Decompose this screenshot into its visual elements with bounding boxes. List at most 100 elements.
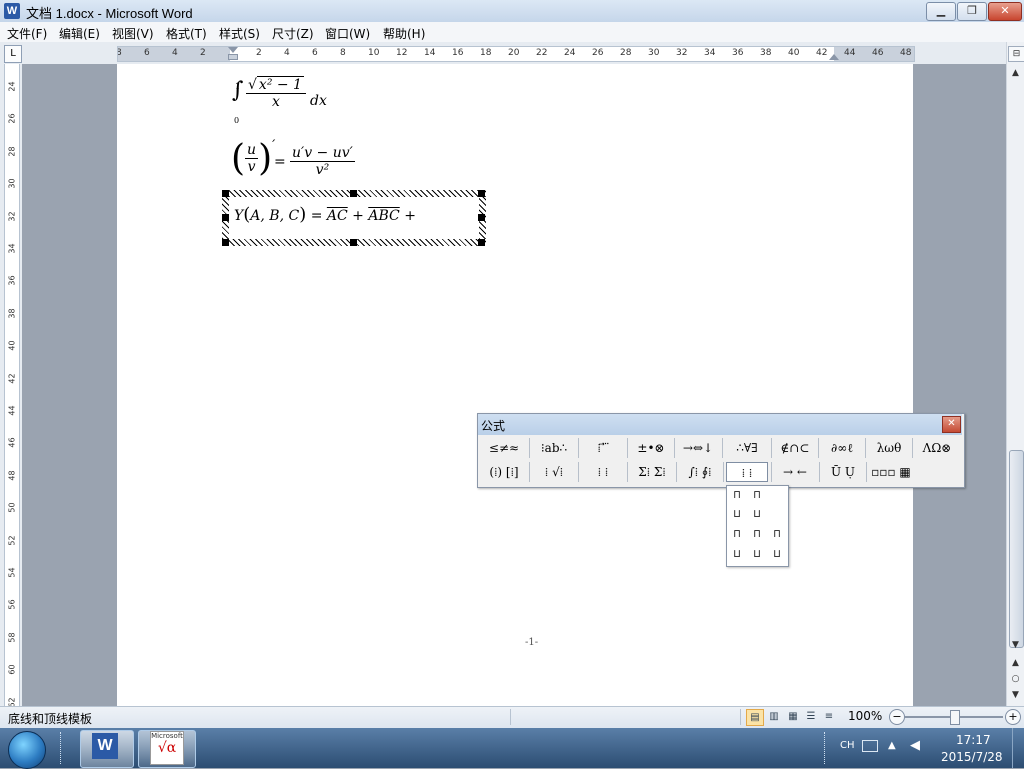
- equation-fraction-1[interactable]: √ x² − 1 x: [246, 76, 306, 110]
- resize-handle-e[interactable]: [478, 214, 485, 221]
- draft-view-icon[interactable]: ≡: [821, 709, 837, 724]
- menu-size[interactable]: 尺寸(Z): [272, 25, 314, 42]
- scroll-up-arrow-icon[interactable]: ▲: [1008, 66, 1023, 80]
- set-theory-palette-button[interactable]: ∉∩⊂: [775, 438, 815, 458]
- full-screen-reading-view-icon[interactable]: ▥: [766, 709, 782, 724]
- resize-handle-n[interactable]: [350, 190, 357, 197]
- formula-toolbar-titlebar[interactable]: [478, 414, 962, 435]
- palette-template-2[interactable]: ⊓: [750, 488, 764, 502]
- eq3-term2-bar: A: [368, 208, 379, 224]
- maximize-button[interactable]: ❐: [957, 2, 987, 21]
- first-line-indent-marker[interactable]: [228, 47, 238, 53]
- web-layout-view-icon[interactable]: ▦: [785, 709, 801, 724]
- resize-handle-nw[interactable]: [222, 190, 229, 197]
- equation-derivative[interactable]: ( u v )′: [231, 138, 275, 188]
- clock-time[interactable]: 17:17: [956, 733, 991, 747]
- matrix-templates-button[interactable]: ▫▫▫ ▦: [869, 462, 913, 482]
- operators-palette-button[interactable]: ±•⊗: [631, 438, 671, 458]
- next-page-icon[interactable]: ▼: [1008, 688, 1023, 702]
- left-indent-marker[interactable]: [228, 54, 238, 60]
- split-icon[interactable]: ⊟: [1008, 46, 1024, 62]
- palette-template-5[interactable]: ⊓: [730, 527, 744, 541]
- vertical-scrollbar[interactable]: ⊟ ▲ ▼ ▲ ○ ▼: [1006, 42, 1024, 706]
- greek-lower-palette-button[interactable]: λωθ: [869, 438, 909, 458]
- previous-page-icon[interactable]: ▲: [1008, 656, 1023, 670]
- menu-style[interactable]: 样式(S): [219, 25, 260, 42]
- underbar-overbar-templates-button[interactable]: ⁞ ⁞: [726, 462, 768, 482]
- horizontal-ruler[interactable]: 8642246810121416182022242628303234363840…: [117, 46, 915, 62]
- resize-handle-s[interactable]: [350, 239, 357, 246]
- outline-view-icon[interactable]: ☰: [803, 709, 819, 724]
- palette-template-9[interactable]: ⊔: [750, 547, 764, 561]
- scrollbar-thumb[interactable]: [1009, 450, 1024, 648]
- resize-handle-ne[interactable]: [478, 190, 485, 197]
- zoom-out-button[interactable]: −: [889, 709, 905, 725]
- minimize-button[interactable]: ▁: [926, 2, 956, 21]
- menu-window[interactable]: 窗口(W): [325, 25, 370, 42]
- logic-palette-button[interactable]: ∴∀∃: [726, 438, 768, 458]
- vertical-ruler-number: 28: [7, 146, 17, 157]
- window-title: 文档 1.docx - Microsoft Word: [26, 6, 193, 21]
- separator: [866, 462, 867, 482]
- palette-template-6[interactable]: ⊓: [750, 527, 764, 541]
- zoom-in-button[interactable]: +: [1005, 709, 1021, 725]
- palette-template-1[interactable]: ⊓: [730, 488, 744, 502]
- arrows-palette-button[interactable]: →⇔↓: [677, 438, 719, 458]
- zoom-slider-thumb[interactable]: [950, 710, 960, 725]
- palette-template-3[interactable]: ⊔: [730, 507, 744, 521]
- integral-templates-button[interactable]: ∫⁞ ∮⁞: [679, 462, 721, 482]
- word-app-icon[interactable]: W: [4, 3, 20, 19]
- separator: [818, 438, 819, 458]
- menu-file[interactable]: 文件(F): [7, 25, 47, 42]
- show-desktop-button[interactable]: [1012, 728, 1024, 768]
- ruler-number: 20: [508, 48, 520, 58]
- palette-template-10[interactable]: ⊔: [770, 547, 784, 561]
- tab-selector[interactable]: L: [4, 45, 22, 63]
- input-language-indicator[interactable]: CH: [840, 740, 855, 751]
- menu-format[interactable]: 格式(T): [166, 25, 207, 42]
- volume-icon[interactable]: ◀: [910, 738, 920, 753]
- greek-upper-palette-button[interactable]: ΛΩ⊗: [916, 438, 958, 458]
- separator: [674, 438, 675, 458]
- start-button-icon[interactable]: [8, 731, 46, 769]
- print-layout-view-icon[interactable]: ▤: [746, 709, 764, 726]
- page-number: -1-: [525, 637, 539, 648]
- menu-edit[interactable]: 编辑(E): [59, 25, 100, 42]
- menu-help[interactable]: 帮助(H): [383, 25, 425, 42]
- embellishments-palette-button[interactable]: ⁞ ⃗ ⃛: [582, 438, 624, 458]
- equation-boolean[interactable]: Y(A, B, C) = AC + ABC +: [234, 204, 416, 225]
- vertical-ruler-number: 58: [7, 632, 17, 643]
- vertical-ruler-number: 38: [7, 308, 17, 319]
- keyboard-icon[interactable]: [862, 740, 878, 752]
- resize-handle-w[interactable]: [222, 214, 229, 221]
- vertical-ruler-number: 36: [7, 275, 17, 286]
- eq3-plus2: +: [404, 208, 416, 224]
- show-hidden-icons-icon[interactable]: ▲: [888, 740, 896, 751]
- palette-template-7[interactable]: ⊓: [770, 527, 784, 541]
- rhs-denominator: v²: [315, 162, 330, 178]
- spaces-ellipses-palette-button[interactable]: ⁝ab∴: [533, 438, 575, 458]
- ruler-number: 16: [452, 48, 464, 58]
- resize-handle-se[interactable]: [478, 239, 485, 246]
- summation-templates-button[interactable]: Σ⁞ Σ⁞: [631, 462, 673, 482]
- resize-handle-sw[interactable]: [222, 239, 229, 246]
- select-browse-object-icon[interactable]: ○: [1008, 672, 1023, 686]
- formula-close-button[interactable]: ✕: [942, 416, 961, 433]
- relations-palette-button[interactable]: ≤≠≈: [482, 438, 526, 458]
- labeled-arrow-templates-button[interactable]: → ←: [774, 462, 816, 482]
- products-set-templates-button[interactable]: Ū Ụ: [822, 462, 864, 482]
- misc-symbols-palette-button[interactable]: ∂∞ℓ: [822, 438, 862, 458]
- fence-templates-button[interactable]: (⁞) [⁞]: [482, 462, 526, 482]
- close-button[interactable]: ✕: [988, 2, 1022, 21]
- menu-view[interactable]: 视图(V): [112, 25, 154, 42]
- palette-template-4[interactable]: ⊔: [750, 507, 764, 521]
- fraction-radical-templates-button[interactable]: ⁞ √⁞: [533, 462, 575, 482]
- zoom-level[interactable]: 100%: [848, 709, 882, 723]
- right-indent-marker[interactable]: [829, 54, 839, 60]
- palette-template-8[interactable]: ⊔: [730, 547, 744, 561]
- subscript-superscript-templates-button[interactable]: ⁞ ⁞: [582, 462, 624, 482]
- scroll-down-arrow-icon[interactable]: ▼: [1008, 638, 1023, 652]
- vertical-ruler-number: 52: [7, 535, 17, 546]
- vertical-ruler[interactable]: 24 26 28 30 32 34 36 38 40 42 44 46 48 50 52 54 56 58 60 62: [4, 64, 20, 706]
- clock-date[interactable]: 2015/7/28: [941, 750, 1003, 764]
